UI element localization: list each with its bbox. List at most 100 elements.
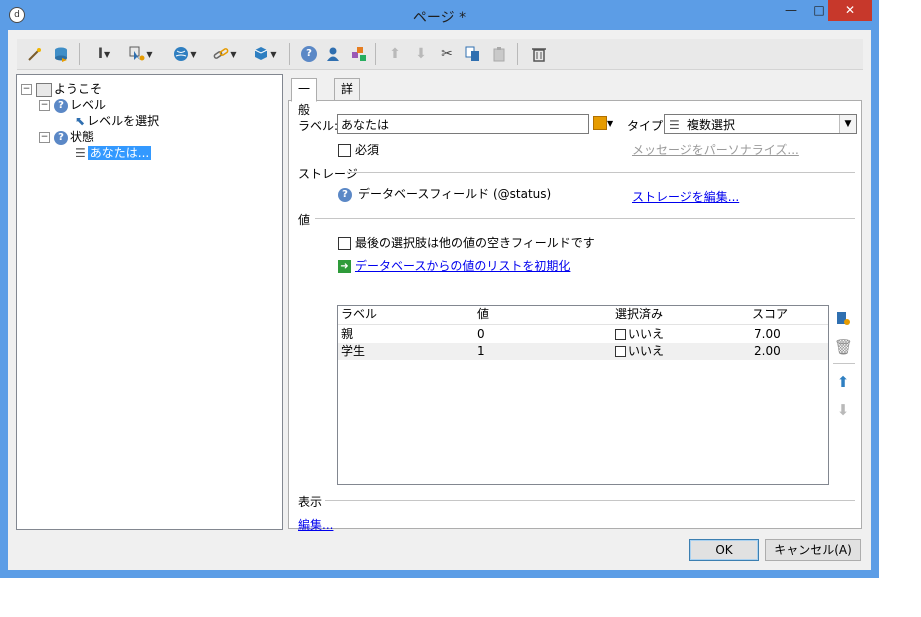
selected-checkbox[interactable] [615,329,626,340]
toolbar-separator [79,43,80,65]
move-up-button[interactable]: ⬆ [834,373,852,391]
scissors-icon[interactable]: ✂ [437,44,457,64]
table-row[interactable]: 親 0 いいえ 7.00 [338,326,828,343]
tree-node-you-are[interactable]: ☰ あなたは... [75,145,152,161]
question-icon: ? [338,187,352,202]
link-icon[interactable]: ▼ [209,44,241,64]
arrow-up-icon[interactable]: ⬆ [385,44,405,64]
type-caption: タイプ: [627,119,668,133]
paste-icon[interactable] [489,44,509,64]
delete-item-button[interactable]: 🗑 [834,338,854,356]
arrow-up-icon: ⬆ [836,373,850,391]
tab-advanced[interactable]: 詳細設定 [334,78,361,159]
init-list-link[interactable]: データベースからの値のリストを初期化 [355,259,570,273]
last-choice-label: 最後の選択肢は他の値の空きフィールドです [355,236,595,250]
help-icon[interactable]: ? [299,44,319,64]
cell-score: 7.00 [754,327,781,341]
cubes-icon[interactable]: ▼ [249,44,281,64]
column-header-value[interactable]: 値 [477,306,489,323]
storage-field-label: データベースフィールド (@status) [358,187,552,201]
storage-field-row: ? データベースフィールド (@status) [338,185,551,202]
window-title: ページ * [412,10,467,26]
label-input[interactable]: あなたは [337,114,589,134]
cell-label: 学生 [341,344,366,358]
type-select-value: 複数選択 [687,118,736,132]
divider [833,363,855,364]
cancel-button[interactable]: キャンセル(A) [765,539,861,561]
question-icon: ? [54,130,68,145]
ok-button[interactable]: OK [689,539,759,561]
globe-icon[interactable]: ▼ [169,44,201,64]
move-down-button[interactable]: ⬇ [834,401,852,419]
question-icon: ? [54,98,68,113]
chevron-down-icon[interactable]: ▼ [839,115,856,133]
table-header: ラベル 値 選択済み スコア [338,306,828,325]
edit-display-link[interactable]: 編集... [298,516,333,533]
divider [325,500,855,501]
divider [315,218,855,219]
page-icon [36,82,52,97]
arrow-down-icon: ⬇ [836,401,850,419]
cell-selected[interactable]: いいえ [615,343,664,360]
arrow-right-icon: ➜ [338,260,351,273]
column-header-score[interactable]: スコア [752,306,788,323]
tree-node-status[interactable]: −? 状態 [39,129,94,145]
page-tree[interactable]: − ようこそ −? レベル ⬉ レベルを選択 −? 状態 ☰ あなたは... [16,74,283,530]
cell-selected-text: いいえ [628,327,665,341]
personalize-message-link[interactable]: メッセージをパーソナライズ... [632,141,799,158]
init-list-row[interactable]: ➜ データベースからの値のリストを初期化 [338,257,570,274]
column-header-selected[interactable]: 選択済み [615,306,663,323]
cell-label: 親 [341,327,354,341]
tree-node-level-select[interactable]: ⬉ レベルを選択 [75,113,159,129]
add-item-button[interactable] [834,310,852,328]
add-doc-icon [837,312,850,325]
trash-icon: 🗑 [834,338,854,356]
type-select[interactable]: ☰ 複数選択 ▼ [664,114,857,134]
delete-icon[interactable] [529,44,549,64]
wand-icon[interactable] [25,44,45,64]
last-choice-checkbox-row[interactable]: 最後の選択肢は他の値の空きフィールドです [338,234,595,251]
storage-section-title: ストレージ [298,167,358,181]
last-choice-checkbox[interactable] [338,237,351,250]
tree-node-level[interactable]: −? レベル [39,97,106,113]
add-shapes-icon[interactable] [349,44,369,64]
required-label: 必須 [355,143,380,157]
tree-label-you-are: あなたは... [87,146,152,160]
personalize-dropdown-button[interactable]: ▼ [593,115,619,133]
cell-selected[interactable]: いいえ [615,326,664,343]
values-table[interactable]: ラベル 値 選択済み スコア 親 0 いいえ 7.00 学生 1 いいえ 2.0… [337,305,829,485]
tree-label-level: レベル [70,98,107,112]
tree-node-root[interactable]: − ようこそ [21,81,102,97]
edit-storage-link[interactable]: ストレージを編集... [632,188,739,205]
collapse-icon[interactable]: − [39,132,50,143]
toolbar-separator [375,43,376,65]
arrow-down-icon[interactable]: ⬇ [411,44,431,64]
table-row[interactable]: 学生 1 いいえ 2.00 [338,343,828,360]
values-section-title: 値 [298,213,311,227]
collapse-icon[interactable]: − [39,100,50,111]
tree-label-root: ようこそ [54,82,103,96]
title-bar[interactable]: d ページ * — □ ✕ [0,0,879,30]
required-checkbox-row[interactable]: 必須 [338,141,379,158]
dialog-body: I ▼ ▼ ▼ ▼ ▼ ? ⬆ ⬇ ✂ − ようこそ −? レベル ⬉ レベルを… [8,30,871,570]
cell-value: 1 [477,344,485,358]
required-checkbox[interactable] [338,144,351,157]
text-cursor-icon[interactable]: I ▼ [89,44,119,64]
user-icon[interactable] [323,44,343,64]
list-icon: ☰ [669,118,680,132]
collapse-icon[interactable]: − [21,84,32,95]
cursor-select-icon: ⬉ [75,114,86,128]
column-header-label[interactable]: ラベル [341,306,377,323]
cell-selected-text: いいえ [628,344,665,358]
selected-checkbox[interactable] [615,346,626,357]
display-section-title: 表示 [298,495,323,509]
toolbar: I ▼ ▼ ▼ ▼ ▼ ? ⬆ ⬇ ✂ [17,39,863,70]
tab-general[interactable]: 一般 [291,78,318,117]
window: d ページ * — □ ✕ I ▼ ▼ ▼ ▼ ▼ ? ⬆ ⬇ ✂ − ようこそ… [0,0,879,578]
close-button[interactable]: ✕ [828,0,872,21]
minimize-button[interactable]: — [777,0,805,21]
database-icon[interactable] [51,44,71,64]
calendar-icon [593,115,607,130]
cursor-gear-icon[interactable]: ▼ [125,44,157,64]
copy-icon[interactable] [463,44,483,64]
